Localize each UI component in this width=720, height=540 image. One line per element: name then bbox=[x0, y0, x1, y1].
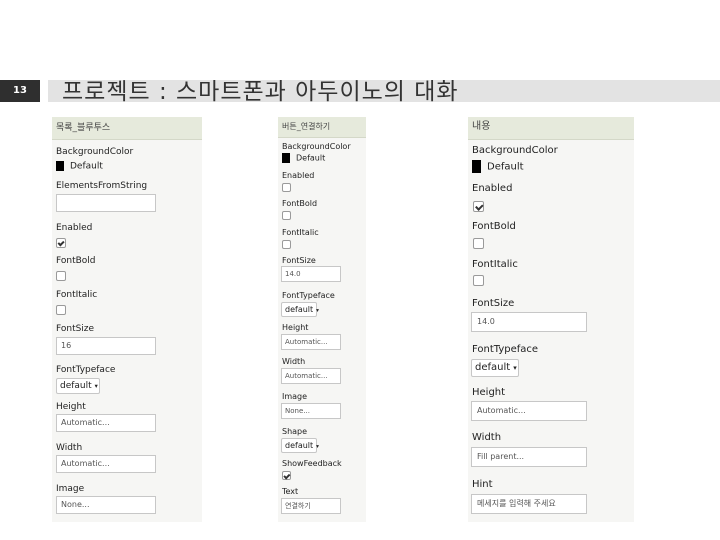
text-label: Text bbox=[282, 487, 299, 496]
enabled-checkbox[interactable] bbox=[282, 183, 291, 192]
height-input[interactable]: Automatic... bbox=[56, 414, 156, 432]
fonttypeface-label: FontTypeface bbox=[56, 365, 116, 375]
fontitalic-checkbox[interactable] bbox=[473, 275, 484, 286]
enabled-checkbox[interactable] bbox=[473, 201, 484, 212]
fontbold-checkbox[interactable] bbox=[282, 211, 291, 220]
slide-title: 프로젝트 : 스마트폰과 아두이노의 대화 bbox=[62, 79, 459, 105]
fontsize-label: FontSize bbox=[472, 298, 515, 309]
enabled-label: Enabled bbox=[56, 223, 93, 233]
image-label: Image bbox=[282, 392, 308, 401]
hint-label: Hint bbox=[472, 479, 493, 490]
enabled-label: Enabled bbox=[282, 171, 315, 180]
chevron-down-icon: ▾ bbox=[316, 308, 319, 314]
backgroundcolor-picker[interactable]: Default bbox=[52, 161, 103, 172]
fontbold-label: FontBold bbox=[472, 221, 516, 232]
height-label: Height bbox=[282, 323, 309, 332]
fontsize-input[interactable]: 16 bbox=[56, 337, 156, 355]
backgroundcolor-value: Default bbox=[296, 153, 326, 163]
fontsize-input[interactable]: 14.0 bbox=[281, 266, 341, 282]
fontitalic-checkbox[interactable] bbox=[56, 305, 66, 315]
shape-value: default bbox=[285, 441, 314, 450]
showfeedback-label: ShowFeedback bbox=[282, 459, 342, 468]
fontsize-label: FontSize bbox=[282, 256, 316, 265]
backgroundcolor-value: Default bbox=[487, 161, 524, 173]
properties-panel-textbox: 내용 BackgroundColor Default Enabled FontB… bbox=[468, 117, 634, 522]
panel-header: 버튼_연결하기 bbox=[278, 117, 366, 138]
fonttypeface-label: FontTypeface bbox=[282, 291, 335, 300]
elementsfromstring-input[interactable] bbox=[56, 194, 156, 212]
showfeedback-checkbox[interactable] bbox=[282, 471, 291, 480]
height-input[interactable]: Automatic... bbox=[281, 334, 341, 350]
fontbold-checkbox[interactable] bbox=[56, 271, 66, 281]
fonttypeface-value: default bbox=[475, 362, 511, 373]
chevron-down-icon: ▾ bbox=[316, 444, 319, 450]
hint-input[interactable]: 메세지를 입력해 주세요 bbox=[471, 494, 587, 514]
width-input[interactable]: Automatic... bbox=[56, 455, 156, 473]
panel-header: 목록_블루투스 bbox=[52, 117, 202, 140]
fontsize-input[interactable]: 14.0 bbox=[471, 312, 587, 332]
fonttypeface-dropdown[interactable]: default ▾ bbox=[471, 359, 519, 377]
chevron-down-icon: ▾ bbox=[513, 364, 517, 372]
width-input[interactable]: Automatic... bbox=[281, 368, 341, 384]
backgroundcolor-value: Default bbox=[70, 161, 103, 172]
properties-panel-button: 버튼_연결하기 BackgroundColor Default Enabled … bbox=[278, 117, 366, 522]
fontbold-label: FontBold bbox=[282, 199, 318, 208]
height-label: Height bbox=[56, 402, 86, 412]
elementsfromstring-label: ElementsFromString bbox=[56, 181, 148, 191]
backgroundcolor-label: BackgroundColor bbox=[56, 147, 134, 157]
width-label: Width bbox=[56, 443, 83, 453]
fonttypeface-value: default bbox=[60, 381, 92, 391]
image-label: Image bbox=[56, 484, 85, 494]
fontitalic-label: FontItalic bbox=[472, 259, 518, 270]
chevron-down-icon: ▾ bbox=[94, 383, 98, 390]
color-swatch bbox=[56, 161, 64, 171]
height-input[interactable]: Automatic... bbox=[471, 401, 587, 421]
text-input[interactable]: 연결하기 bbox=[281, 498, 341, 514]
properties-panel-listpicker: 목록_블루투스 BackgroundColor Default Elements… bbox=[52, 117, 202, 522]
fontitalic-checkbox[interactable] bbox=[282, 240, 291, 249]
image-input[interactable]: None... bbox=[281, 403, 341, 419]
fontbold-label: FontBold bbox=[56, 256, 96, 266]
image-input[interactable]: None... bbox=[56, 496, 156, 514]
width-label: Width bbox=[472, 432, 502, 443]
color-swatch bbox=[472, 160, 481, 173]
height-label: Height bbox=[472, 387, 506, 398]
backgroundcolor-picker[interactable]: Default bbox=[468, 160, 524, 173]
shape-label: Shape bbox=[282, 427, 308, 436]
fontitalic-label: FontItalic bbox=[56, 290, 98, 300]
enabled-label: Enabled bbox=[472, 183, 513, 194]
slide-number: 13 bbox=[0, 80, 40, 102]
width-input[interactable]: Fill parent... bbox=[471, 447, 587, 467]
backgroundcolor-label: BackgroundColor bbox=[472, 145, 558, 156]
enabled-checkbox[interactable] bbox=[56, 238, 66, 248]
fonttypeface-label: FontTypeface bbox=[472, 344, 539, 355]
fontitalic-label: FontItalic bbox=[282, 228, 319, 237]
width-label: Width bbox=[282, 357, 306, 366]
fontbold-checkbox[interactable] bbox=[473, 238, 484, 249]
fonttypeface-value: default bbox=[285, 305, 314, 314]
color-swatch bbox=[282, 153, 290, 163]
fonttypeface-dropdown[interactable]: default ▾ bbox=[56, 378, 100, 394]
backgroundcolor-picker[interactable]: Default bbox=[278, 153, 325, 163]
backgroundcolor-label: BackgroundColor bbox=[282, 142, 351, 151]
fonttypeface-dropdown[interactable]: default ▾ bbox=[281, 302, 319, 317]
panel-header: 내용 bbox=[468, 117, 634, 140]
fontsize-label: FontSize bbox=[56, 324, 95, 334]
shape-dropdown[interactable]: default ▾ bbox=[281, 438, 319, 453]
